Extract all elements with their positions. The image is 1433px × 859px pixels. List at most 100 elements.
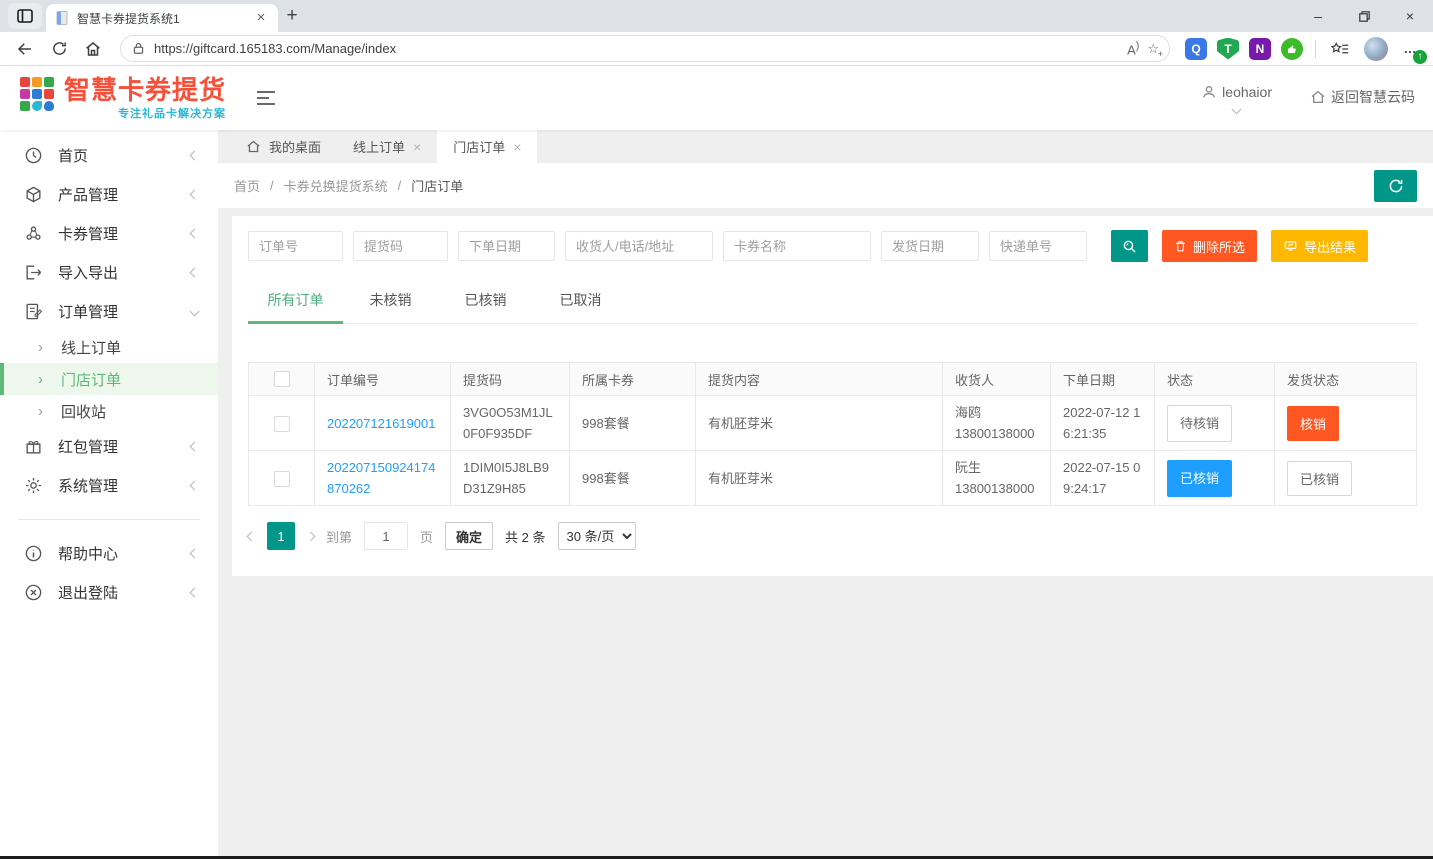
favorites-bar-icon[interactable] [1325,35,1355,63]
sidebar-item-recycle-bin[interactable]: › 回收站 [0,395,218,427]
extension-thumb-icon[interactable] [1281,38,1303,60]
sidebar-item-label: 首页 [58,145,177,166]
goto-page-input[interactable] [364,522,408,550]
reload-button[interactable] [44,35,74,63]
order-no-link[interactable]: 202207150924174870262 [327,460,435,496]
app-logo[interactable]: 智慧卡券提货 专注礼品卡解决方案 [18,75,226,121]
sidebar-collapse-button[interactable] [256,90,276,106]
browser-tab-strip: 智慧卡券提货系统1 × + – × [0,0,1433,32]
home-button[interactable] [78,35,108,63]
red-packet-icon [24,437,44,456]
sidebar-item-red-packets[interactable]: 红包管理 [0,427,218,466]
sidebar-item-label: 卡券管理 [58,223,177,244]
order-no-link[interactable]: 202207121619001 [327,416,435,431]
tab-unverified[interactable]: 未核销 [343,282,438,323]
user-menu[interactable]: leohaior [1201,84,1272,113]
sidebar-divider [18,519,200,520]
extension-q-icon[interactable]: Q [1185,38,1207,60]
verify-button[interactable]: 核销 [1287,406,1339,441]
row-checkbox[interactable] [274,416,290,432]
receiver-input[interactable] [565,231,713,261]
receiver-name: 海鸥 [955,402,1038,423]
pickup-code-cell: 1DIM0I5J8LB9D31Z9H85 [451,451,570,506]
profile-avatar[interactable] [1364,37,1388,61]
tab-actions-button[interactable] [8,3,42,29]
breadcrumb-item[interactable]: 首页 [234,176,260,195]
tab-close-icon[interactable]: × [252,9,270,27]
update-badge: ↑ [1413,50,1427,64]
window-controls: – × [1295,0,1433,32]
tab-all-orders[interactable]: 所有订单 [248,282,343,323]
row-checkbox[interactable] [274,471,290,487]
sidebar-item-orders[interactable]: 订单管理 [0,292,218,331]
extension-shield-icon[interactable]: T [1217,38,1239,60]
pickup-code-cell: 3VG0O53M1JL0F0F935DF [451,396,570,451]
tab-cancelled[interactable]: 已取消 [533,282,628,323]
confirm-button[interactable]: 确定 [445,522,493,550]
header-right: leohaior 返回智慧云码 [1201,84,1415,113]
select-all-checkbox[interactable] [274,371,290,387]
filter-row: 删除所选 导出结果 [248,230,1417,262]
lock-icon [131,41,146,56]
sidebar-item-online-orders[interactable]: › 线上订单 [0,331,218,363]
sidebar-item-logout[interactable]: 退出登陆 [0,573,218,612]
pickup-code-input[interactable] [353,231,448,261]
order-no-input[interactable] [248,231,343,261]
card-name-input[interactable] [723,231,871,261]
export-results-button[interactable]: 导出结果 [1271,230,1368,262]
verified-button[interactable]: 已核销 [1287,461,1352,496]
next-page-icon[interactable] [306,531,316,541]
tab-verified[interactable]: 已核销 [438,282,533,323]
breadcrumb-item[interactable]: 卡券兑换提货系统 [284,176,388,195]
receiver-phone: 13800138000 [955,478,1038,499]
tracking-no-input[interactable] [989,231,1087,261]
page-tab-desktop[interactable]: 我的桌面 [230,130,337,163]
prev-page-icon[interactable] [247,531,257,541]
sidebar-item-label: 订单管理 [58,301,177,322]
tab-close-icon[interactable]: × [513,139,521,155]
extension-onenote-icon[interactable]: N [1249,38,1271,60]
sidebar-item-products[interactable]: 产品管理 [0,175,218,214]
breadcrumb-separator: / [270,178,274,193]
sidebar-item-cards[interactable]: 卡券管理 [0,214,218,253]
window-restore-button[interactable] [1341,0,1387,32]
export-icon [1283,239,1298,253]
back-button[interactable] [10,35,40,63]
favorite-star-icon[interactable]: ☆+ [1147,41,1159,57]
sidebar-item-import-export[interactable]: 导入导出 [0,253,218,292]
page-tab-label: 我的桌面 [269,137,321,156]
url-text[interactable]: https://giftcard.165183.com/Manage/index [154,41,1119,56]
browser-menu-button[interactable]: …↑ [1397,36,1423,62]
column-header: 提货码 [451,363,570,396]
read-aloud-icon[interactable]: A) [1127,40,1139,57]
delete-selected-button[interactable]: 删除所选 [1162,230,1257,262]
ship-date-input[interactable] [881,231,979,261]
search-button[interactable] [1111,230,1148,262]
order-date-input[interactable] [458,231,555,261]
browser-toolbar: https://giftcard.165183.com/Manage/index… [0,32,1433,66]
browser-tab-title: 智慧卡券提货系统1 [77,10,245,27]
sidebar-item-system[interactable]: 系统管理 [0,466,218,505]
new-tab-button[interactable]: + [278,2,306,30]
sidebar-item-label: 产品管理 [58,184,177,205]
return-home-link[interactable]: 返回智慧云码 [1310,84,1415,107]
toolbar-divider [1315,40,1316,58]
page-size-select[interactable]: 30 条/页 [558,522,636,550]
sidebar-item-help[interactable]: 帮助中心 [0,534,218,573]
page-number-current[interactable]: 1 [267,522,295,550]
refresh-button[interactable] [1374,170,1417,202]
receiver-cell: 海鸥 13800138000 [943,396,1051,451]
browser-tab[interactable]: 智慧卡券提货系统1 × [46,4,278,32]
chevron-left-icon [190,268,200,278]
tab-close-icon[interactable]: × [413,139,421,155]
address-bar[interactable]: https://giftcard.165183.com/Manage/index… [120,35,1170,62]
logo-text: 智慧卡券提货 专注礼品卡解决方案 [64,75,226,121]
workspaces-icon [17,9,33,23]
page-tab-online-orders[interactable]: 线上订单 × [337,130,437,163]
window-minimize-button[interactable]: – [1295,0,1341,32]
chevron-down-icon [1232,104,1242,114]
sidebar-item-home[interactable]: 首页 [0,136,218,175]
sidebar-item-store-orders[interactable]: › 门店订单 [0,363,218,395]
page-tab-store-orders[interactable]: 门店订单 × [437,130,537,163]
window-close-button[interactable]: × [1387,0,1433,32]
